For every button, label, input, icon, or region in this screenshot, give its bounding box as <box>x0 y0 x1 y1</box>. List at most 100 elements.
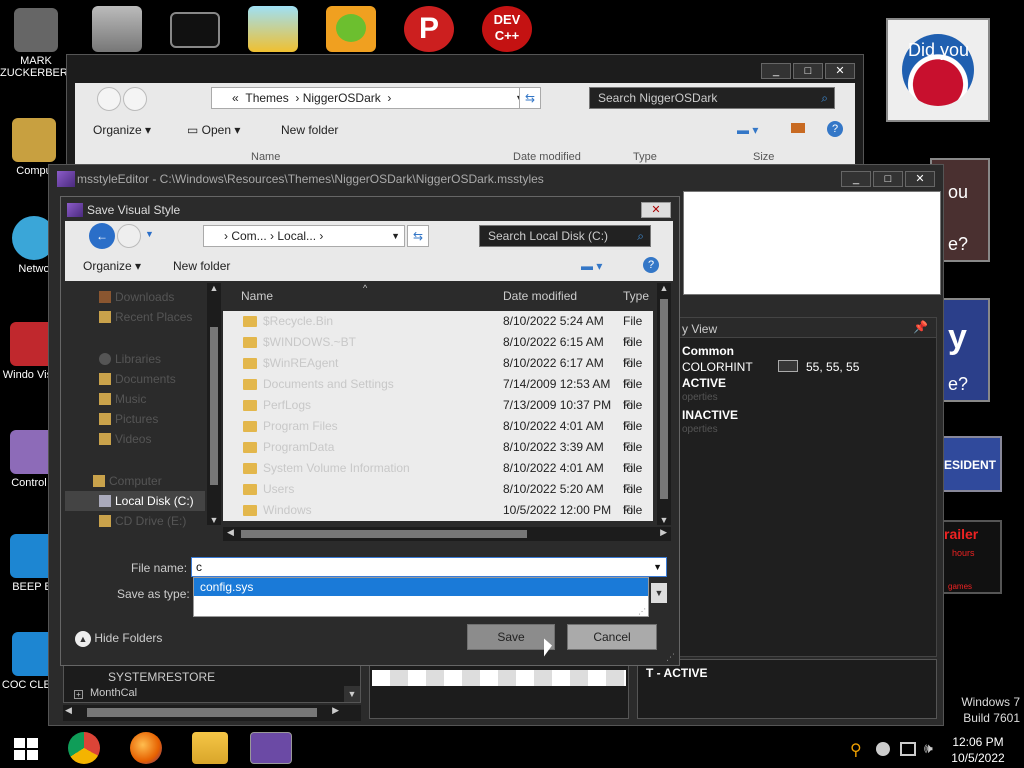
autocomplete-dropdown[interactable]: config.sys ⋰ <box>193 577 649 617</box>
view-icon[interactable]: ▬ ▾ <box>737 123 758 137</box>
expand-icon[interactable]: + <box>74 690 83 699</box>
maximize-button[interactable]: □ <box>873 171 903 187</box>
organize-menu[interactable]: Organize ▾ <box>83 259 141 273</box>
msstyle-editor-taskbar-icon[interactable] <box>250 732 292 764</box>
new-folder-button[interactable]: New folder <box>281 123 338 137</box>
prop-name[interactable]: COLORHINT <box>682 360 753 374</box>
close-button[interactable]: ✕ <box>825 63 855 79</box>
chrome-icon[interactable] <box>68 732 100 764</box>
scroll-down-icon[interactable]: ▼ <box>657 515 671 525</box>
open-menu[interactable]: ▭ Open ▾ <box>187 123 240 137</box>
file-row[interactable]: Documents and Settings 7/14/2009 12:53 AM… <box>223 374 653 412</box>
tray-network-icon[interactable] <box>900 742 916 756</box>
preview-pane-icon[interactable] <box>791 123 805 133</box>
back-button[interactable] <box>97 87 121 111</box>
column-name[interactable]: Name <box>251 151 280 163</box>
bad-piggies-icon[interactable] <box>326 6 376 52</box>
minimize-button[interactable]: _ <box>761 63 791 79</box>
devcpp-icon[interactable]: DEV C++ <box>482 6 532 52</box>
scroll-down-icon[interactable]: ▼ <box>207 515 221 525</box>
breadcrumb-computer[interactable]: Com... <box>231 229 266 243</box>
tree-item[interactable]: SYSTEMRESTORE <box>108 670 215 684</box>
start-button[interactable] <box>14 738 38 760</box>
file-explorer-icon[interactable] <box>192 732 228 764</box>
forward-button[interactable] <box>123 87 147 111</box>
file-row[interactable]: System Volume Information 8/10/2022 4:01 … <box>223 458 653 496</box>
clock[interactable]: 12:06 PM 10/5/2022 <box>946 734 1010 766</box>
breadcrumb-themes[interactable]: Themes <box>245 91 288 105</box>
tree-item[interactable]: MonthCal <box>90 687 137 699</box>
nav-item-videos[interactable]: Videos <box>99 429 151 449</box>
refresh-button[interactable]: ⇆ <box>407 225 429 247</box>
dialog-close-button[interactable]: ✕ <box>641 202 671 218</box>
p-app-icon[interactable]: P <box>404 6 454 52</box>
hscrollbar[interactable]: ◀ ▶ <box>63 705 361 721</box>
file-row[interactable]: PerfLogs 7/13/2009 10:37 PM File fo <box>223 395 653 433</box>
nav-item-recent[interactable]: Recent Places <box>99 307 192 327</box>
nav-item-cd-drive[interactable]: CD Drive (E:) <box>99 511 186 531</box>
nav-pane[interactable]: Downloads Recent Places Libraries Docume… <box>65 283 221 545</box>
resize-grip-icon[interactable]: ⋰ <box>666 652 675 663</box>
scroll-thumb[interactable] <box>241 530 527 538</box>
forward-button[interactable] <box>117 224 141 248</box>
dialog-address-bar[interactable]: › Com... › Local... › ▼ <box>203 225 405 247</box>
scroll-thumb[interactable] <box>660 299 668 499</box>
nav-item-downloads[interactable]: Downloads <box>99 287 174 307</box>
column-type[interactable]: Type <box>633 151 657 163</box>
nav-item-computer[interactable]: Computer <box>93 471 162 491</box>
column-header-date[interactable]: Date modified <box>503 289 577 303</box>
color-swatch[interactable] <box>778 360 798 372</box>
nav-item-local-disk-label[interactable]: Local Disk (C:) <box>99 491 194 511</box>
scroll-right-icon[interactable]: ▶ <box>332 705 339 716</box>
tray-smile-icon[interactable] <box>876 742 890 756</box>
scroll-thumb[interactable] <box>210 327 218 485</box>
nav-item-documents[interactable]: Documents <box>99 369 176 389</box>
file-row[interactable]: $WinREAgent 8/10/2022 6:17 AM File fo <box>223 353 653 391</box>
explorer-window[interactable]: _ □ ✕ « Themes › NiggerOSDark › ▼ ⇆ Sear… <box>66 54 864 166</box>
file-list[interactable]: Name ^ Date modified Type $Recycle.Bin 8/… <box>223 283 671 545</box>
cmd-icon[interactable] <box>170 12 220 48</box>
prop-value[interactable]: 55, 55, 55 <box>806 360 859 374</box>
tray-search-icon[interactable]: ⚲ <box>850 740 862 760</box>
list-vscrollbar[interactable]: ▲ ▼ <box>657 283 671 525</box>
dialog-search-input[interactable]: Search Local Disk (C:) ⌕ <box>479 225 651 247</box>
minimize-button[interactable]: _ <box>841 171 871 187</box>
new-folder-button[interactable]: New folder <box>173 259 230 273</box>
cancel-button[interactable]: Cancel <box>567 624 657 650</box>
tray-volume-icon[interactable]: 🕪 <box>924 740 933 757</box>
column-date[interactable]: Date modified <box>513 151 581 163</box>
scroll-up-icon[interactable]: ▲ <box>657 283 671 293</box>
paint-icon[interactable] <box>248 6 298 52</box>
view-icon[interactable]: ▬ ▾ <box>581 259 602 273</box>
file-row[interactable]: ProgramData 8/10/2022 3:39 AM File fo <box>223 437 653 475</box>
maximize-button[interactable]: □ <box>793 63 823 79</box>
pin-icon[interactable]: 📌 <box>913 320 928 334</box>
save-button[interactable]: Save <box>467 624 555 650</box>
scroll-down-icon[interactable]: ▼ <box>344 686 360 702</box>
nav-item-music[interactable]: Music <box>99 389 146 409</box>
help-icon[interactable]: ? <box>827 121 843 137</box>
history-dropdown-icon[interactable]: ▼ <box>145 229 154 239</box>
scroll-left-icon[interactable]: ◀ <box>227 527 234 538</box>
scroll-left-icon[interactable]: ◀ <box>65 705 72 716</box>
dropdown-arrow-icon[interactable]: ▼ <box>391 226 400 246</box>
file-row[interactable]: $Recycle.Bin 8/10/2022 5:24 AM File fo <box>223 311 653 349</box>
file-row[interactable]: Windows 10/5/2022 12:00 PM File fo <box>223 500 653 521</box>
scroll-thumb[interactable] <box>87 708 317 717</box>
column-header-name[interactable]: Name <box>241 289 273 303</box>
notepad-icon[interactable] <box>92 6 142 52</box>
scroll-right-icon[interactable]: ▶ <box>660 527 667 538</box>
file-row[interactable]: Program Files 8/10/2022 4:01 AM File fo <box>223 416 653 454</box>
file-name-input[interactable]: c ▼ <box>191 557 667 577</box>
breadcrumb-local[interactable]: Local... <box>277 229 316 243</box>
file-row[interactable]: Users 8/10/2022 5:20 AM File fo <box>223 479 653 517</box>
nav-item-libraries[interactable]: Libraries <box>99 349 161 369</box>
resize-grip-icon[interactable]: ⋰ <box>638 607 646 616</box>
refresh-button[interactable]: ⇆ <box>519 87 541 109</box>
back-button[interactable]: ← <box>89 223 115 249</box>
search-input[interactable]: Search NiggerOSDark ⌕ <box>589 87 835 109</box>
close-button[interactable]: ✕ <box>905 171 935 187</box>
nav-item-pictures[interactable]: Pictures <box>99 409 158 429</box>
firefox-icon[interactable] <box>130 732 162 764</box>
save-dialog[interactable]: Save Visual Style ✕ ← ▼ › Com... › Local… <box>60 196 680 666</box>
